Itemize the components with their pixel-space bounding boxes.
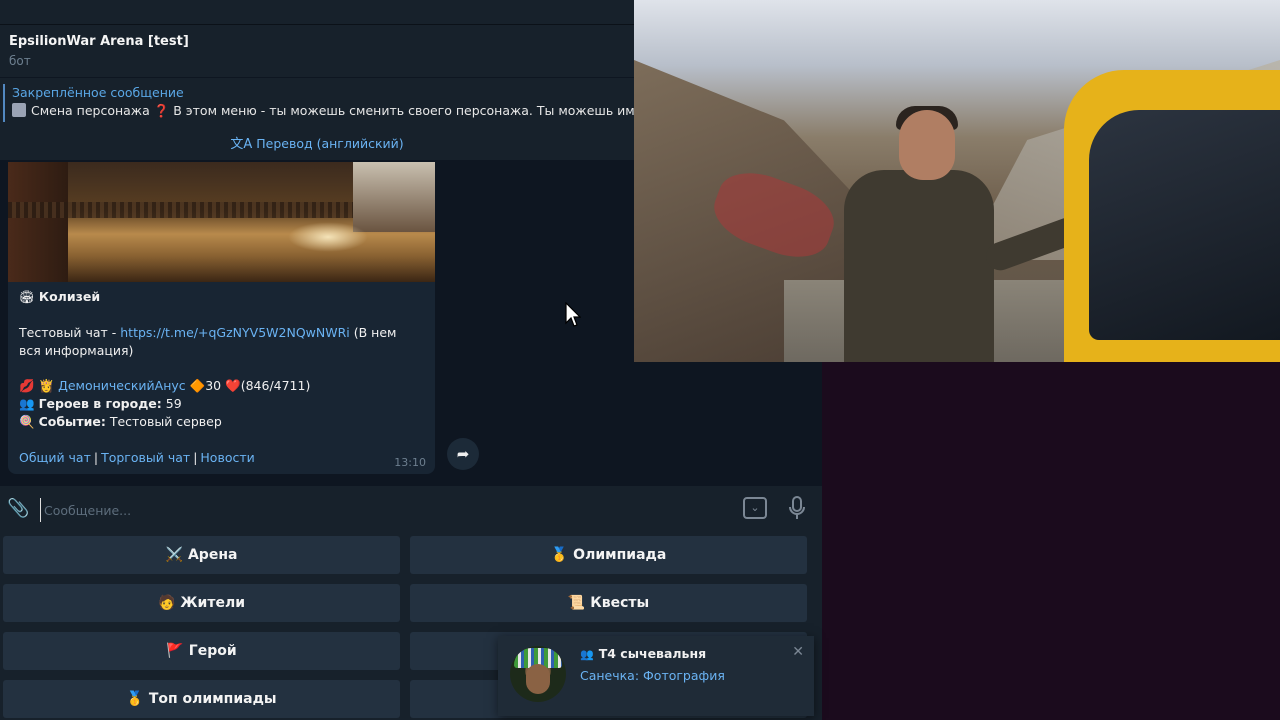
chat-subtitle: бот [9,54,31,68]
video-overlay[interactable] [634,0,1280,362]
photo-arch [8,162,68,282]
bot-message: 🏟 Колизей Тестовый чат - https://t.me/+q… [8,162,435,474]
olympiad-button[interactable]: 🥇 Олимпиада [410,536,807,574]
lollipop-icon: 🍭 [19,414,35,429]
top-olympiad-button-label: Топ олимпиады [148,691,277,707]
separator: | [193,450,198,465]
level-icon: 🔶 [189,378,206,393]
heroes-count: 59 [165,396,182,411]
message-photo[interactable] [8,162,435,282]
pinned-text-row: Смена персонажа ❓ В этом меню - ты можеш… [12,103,634,119]
person-icon: 🧑 [157,595,176,611]
forward-icon[interactable]: ➦ [447,438,479,470]
notification-text: Санечка: Фотография [580,668,725,683]
arena-button-label: Арена [187,547,238,563]
avatar-face [526,664,550,694]
chat-header[interactable]: EpsilionWar Arena [test] бот [0,25,634,77]
bot-keyboard-toggle-icon[interactable]: ⌄ [743,497,767,519]
footer-links: Общий чат | Торговый чат | Новости [19,449,255,467]
notification-avatar [510,646,566,702]
coliseum-icon: 🏟 [19,289,35,304]
residents-button[interactable]: 🧑 Жители [3,584,400,622]
heroes-label: Героев в городе: [38,396,162,411]
video-person [844,170,994,362]
flag-icon: 🚩 [166,643,184,659]
close-icon[interactable]: ✕ [792,644,804,660]
message-input[interactable] [40,498,696,522]
hero-button-label: Герой [188,643,237,659]
mouse-cursor-icon [565,302,581,327]
arena-button[interactable]: ⚔️ Арена [3,536,400,574]
video-person-head [899,110,955,180]
window-top-strip [0,0,634,25]
trade-chat-link[interactable]: Торговый чат [101,450,190,465]
residents-button-label: Жители [180,595,246,611]
test-chat-prefix: Тестовый чат - [19,325,121,340]
attach-icon[interactable]: 📎 [7,498,29,519]
pinned-text: Смена персонажа ❓ В этом меню - ты можеш… [31,103,634,118]
medal-icon: 🥇 [550,547,569,563]
translate-icon: 文A [230,137,253,152]
pinned-title: Закреплённое сообщение [12,85,184,100]
translate-label: Перевод (английский) [256,136,404,151]
event-line: 🍭 Событие: Тестовый сервер [19,413,222,431]
hero-level: 30 [205,378,222,393]
video-van-window [1089,110,1280,340]
microphone-icon[interactable] [788,496,806,520]
message-composer: 📎 ⌄ [0,486,822,532]
general-chat-link[interactable]: Общий чат [19,450,91,465]
pinned-accent-bar [3,84,5,122]
character-icon [12,103,26,117]
olympiad-button-label: Олимпиада [573,547,667,563]
news-link[interactable]: Новости [200,450,254,465]
scroll-icon: 📜 [567,595,586,611]
top-olympiad-button[interactable]: 🥇 Топ олимпиады [3,680,400,718]
quests-button[interactable]: 📜 Квесты [410,584,807,622]
translate-button[interactable]: 文A Перевод (английский) [0,128,634,160]
test-chat-line: Тестовый чат - https://t.me/+qGzNYV5W2NQ… [19,324,419,360]
chat-title: EpsilionWar Arena [test] [9,34,189,49]
heroes-line: 👥 Героев в городе: 59 [19,395,182,413]
hero-line: 💋 👸 ДемоническийАнус 🔶30 ❤️(846/4711) [19,377,310,395]
quests-button-label: Квесты [590,595,650,611]
message-notification[interactable]: 👥 Т4 сычевальня Санечка: Фотография ✕ [498,636,814,716]
separator: | [93,450,99,465]
hero-name-link[interactable]: ДемоническийАнус [58,378,186,393]
hero-button[interactable]: 🚩 Герой [3,632,400,670]
location-name: Колизей [38,289,101,304]
medal-icon: 🥇 [126,691,144,707]
heart-icon: ❤️ [225,378,241,393]
notification-title: 👥 Т4 сычевальня [580,646,706,661]
crossed-swords-icon: ⚔️ [165,547,183,563]
hero-emojis: 💋 👸 [19,378,55,393]
photo-light [288,222,368,252]
event-label: Событие: [38,414,106,429]
event-value: Тестовый сервер [109,414,222,429]
test-chat-link[interactable]: https://t.me/+qGzNYV5W2NQwNWRi [120,325,350,340]
pinned-message[interactable]: Закреплённое сообщение Смена персонажа ❓… [0,78,634,128]
people-icon: 👥 [19,396,35,411]
hero-hp: (846/4711) [240,378,311,393]
photo-stands [353,162,435,232]
message-time: 13:10 [394,456,426,469]
notification-title-text: Т4 сычевальня [598,646,707,661]
location-line: 🏟 Колизей [19,288,100,306]
group-icon: 👥 [580,648,594,661]
